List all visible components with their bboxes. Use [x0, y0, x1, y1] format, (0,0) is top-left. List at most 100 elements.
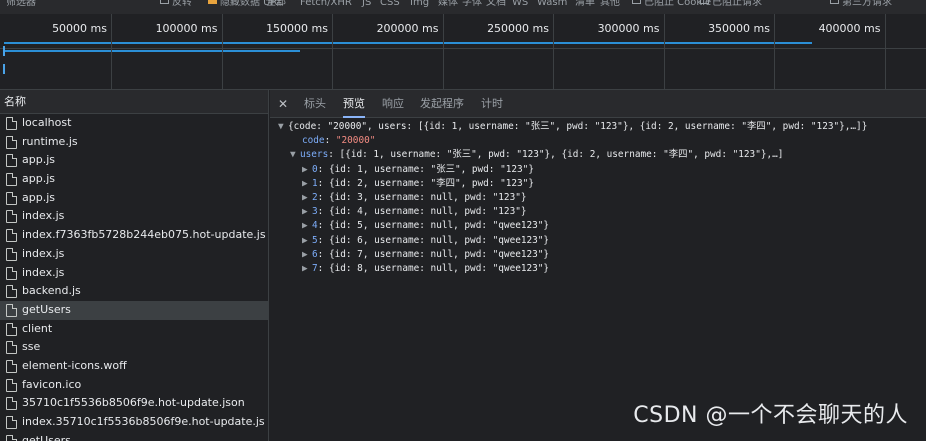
requests-list: localhost runtime.js app.js app.js app.js ind…	[0, 114, 268, 441]
filter-checkbox[interactable]	[208, 0, 217, 4]
user-entry[interactable]: ▶ 2: {id: 3, username: null, pwd: "123"}	[270, 191, 926, 205]
filter-label: Fetch/XHR	[300, 0, 352, 8]
collapsed-triangle-icon[interactable]: ▶	[302, 163, 312, 177]
request-row[interactable]: backend.js	[0, 282, 268, 301]
request-row[interactable]: app.js	[0, 189, 268, 208]
filter-item[interactable]: 清单	[575, 0, 595, 8]
request-row[interactable]: index.35710c1f5536b8506f9e.hot-update.js	[0, 413, 268, 432]
request-name: localhost	[22, 116, 72, 129]
file-icon	[6, 266, 17, 280]
filter-label: 第三方请求	[842, 0, 892, 8]
user-object: {id: 2, username: "李四", pwd: "123"}	[328, 177, 534, 189]
request-row[interactable]: app.js	[0, 170, 268, 189]
request-row[interactable]: sse	[0, 338, 268, 357]
expanded-triangle-icon[interactable]: ▼	[290, 148, 300, 162]
request-row[interactable]: index.f7363fb5728b244eb075.hot-update.js	[0, 226, 268, 245]
preview-root[interactable]: ▼ {code: "20000", users: [{id: 1, usernam…	[270, 120, 926, 134]
request-name: index.js	[22, 265, 65, 279]
close-icon[interactable]: ✕	[278, 97, 288, 111]
tab-3[interactable]: 发起程序	[420, 90, 464, 118]
user-entry[interactable]: ▶ 0: {id: 1, username: "张三", pwd: "123"}	[270, 163, 926, 177]
user-entry[interactable]: ▶ 4: {id: 5, username: null, pwd: "qwee12…	[270, 219, 926, 233]
filter-checkbox[interactable]	[830, 0, 839, 4]
filter-checkbox[interactable]	[632, 0, 641, 4]
collapsed-triangle-icon[interactable]: ▶	[302, 191, 312, 205]
filter-item[interactable]: 字体	[462, 0, 482, 8]
filter-item[interactable]: 文档	[486, 0, 506, 8]
filter-item[interactable]: 第三方请求	[830, 0, 892, 8]
filter-item[interactable]: 全部	[266, 0, 286, 8]
collapsed-triangle-icon[interactable]: ▶	[302, 205, 312, 219]
request-row[interactable]: index.js	[0, 207, 268, 226]
filter-item[interactable]: WS	[512, 0, 528, 8]
root-summary: {code: "20000", users: [{id: 1, username…	[288, 121, 868, 132]
tab-4[interactable]: 计时	[481, 90, 503, 118]
file-icon	[6, 285, 17, 299]
tab-2[interactable]: 响应	[382, 90, 404, 118]
filter-item[interactable]: CSS	[380, 0, 400, 8]
request-name: getUsers	[22, 302, 71, 316]
users-property[interactable]: ▼ users: [{id: 1, username: "张三", pwd: "1…	[270, 148, 926, 162]
tab-0[interactable]: 标头	[304, 90, 326, 118]
request-name: index.f7363fb5728b244eb075.hot-update.js	[22, 228, 266, 242]
filter-item[interactable]: Wasm	[537, 0, 567, 8]
user-entry[interactable]: ▶ 1: {id: 2, username: "李四", pwd: "123"}	[270, 177, 926, 191]
user-entry[interactable]: ▶ 3: {id: 4, username: null, pwd: "123"}	[270, 205, 926, 219]
filter-item[interactable]: Fetch/XHR	[300, 0, 352, 8]
timeline-tick-label: 150000 ms	[266, 22, 328, 35]
collapsed-triangle-icon[interactable]: ▶	[302, 262, 312, 276]
details-panel: ✕ 标头 预览 响应 发起程序 计时 ▼ {code: "20000", users: […	[270, 90, 926, 441]
name-column-header[interactable]: 名称	[0, 90, 268, 114]
timeline-gridline	[884, 14, 886, 90]
user-entry[interactable]: ▶ 6: {id: 7, username: null, pwd: "qwee12…	[270, 248, 926, 262]
collapsed-triangle-icon[interactable]: ▶	[302, 248, 312, 262]
request-row[interactable]: localhost	[0, 114, 268, 133]
request-name: getUsers	[22, 433, 71, 441]
collapsed-triangle-icon[interactable]: ▶	[302, 177, 312, 191]
filter-item[interactable]: 已阻止请求	[700, 0, 762, 8]
expanded-triangle-icon[interactable]: ▼	[278, 120, 288, 134]
users-summary: [{id: 1, username: "张三", pwd: "123"}, {i…	[339, 149, 784, 161]
users-key: users	[300, 149, 329, 161]
filter-checkbox[interactable]	[700, 0, 709, 4]
collapsed-triangle-icon[interactable]: ▶	[302, 219, 312, 233]
user-object: {id: 8, username: null, pwd: "qwee123"}	[328, 262, 550, 274]
code-property: code: "20000"	[302, 135, 376, 147]
request-row[interactable]: index.js	[0, 264, 268, 283]
collapsed-triangle-icon[interactable]: ▶	[302, 234, 312, 248]
request-row[interactable]: index.js	[0, 245, 268, 264]
request-row[interactable]: runtime.js	[0, 133, 268, 152]
user-entry[interactable]: ▶ 5: {id: 6, username: null, pwd: "qwee12…	[270, 234, 926, 248]
request-row[interactable]: favicon.ico	[0, 376, 268, 395]
filter-label: 全部	[266, 0, 286, 8]
user-entry[interactable]: ▶ 7: {id: 8, username: null, pwd: "qwee12…	[270, 262, 926, 276]
request-row[interactable]: client	[0, 320, 268, 339]
users-list: ▶ 0: {id: 1, username: "张三", pwd: "123"} ▶…	[270, 163, 926, 277]
filter-checkbox[interactable]	[160, 0, 169, 4]
timeline-tick-label: 200000 ms	[376, 22, 439, 35]
request-row[interactable]: getUsers	[0, 300, 268, 320]
code-value: "20000"	[335, 135, 376, 147]
filter-item[interactable]: JS	[362, 0, 371, 8]
timeline-tick-label: 300000 ms	[597, 22, 660, 35]
request-row[interactable]: 35710c1f5536b8506f9e.hot-update.json	[0, 394, 268, 413]
filter-item[interactable]: 其他	[600, 0, 620, 8]
filter-item[interactable]: Img	[410, 0, 429, 8]
details-tabs: ✕ 标头 预览 响应 发起程序 计时	[270, 90, 926, 118]
filter-item[interactable]: 反转	[160, 0, 192, 8]
request-row[interactable]: element-icons.woff	[0, 357, 268, 376]
request-row[interactable]: getUsers	[0, 432, 268, 441]
tab-1[interactable]: 预览	[343, 90, 365, 118]
request-name: element-icons.woff	[22, 358, 127, 372]
request-name: app.js	[22, 172, 55, 186]
file-icon	[6, 229, 17, 243]
timeline-tick-label: 50000 ms	[52, 22, 107, 35]
file-icon	[6, 341, 17, 355]
request-name: sse	[22, 340, 41, 354]
filter-label: Img	[410, 0, 430, 8]
timeline-overview[interactable]: 50000 ms 100000 ms 150000 ms 200000 ms 25000…	[0, 14, 926, 90]
filter-item[interactable]: 筛选器	[6, 0, 36, 8]
request-row[interactable]: app.js	[0, 151, 268, 170]
timeline-divider	[0, 48, 926, 49]
filter-item[interactable]: 媒体	[438, 0, 458, 8]
